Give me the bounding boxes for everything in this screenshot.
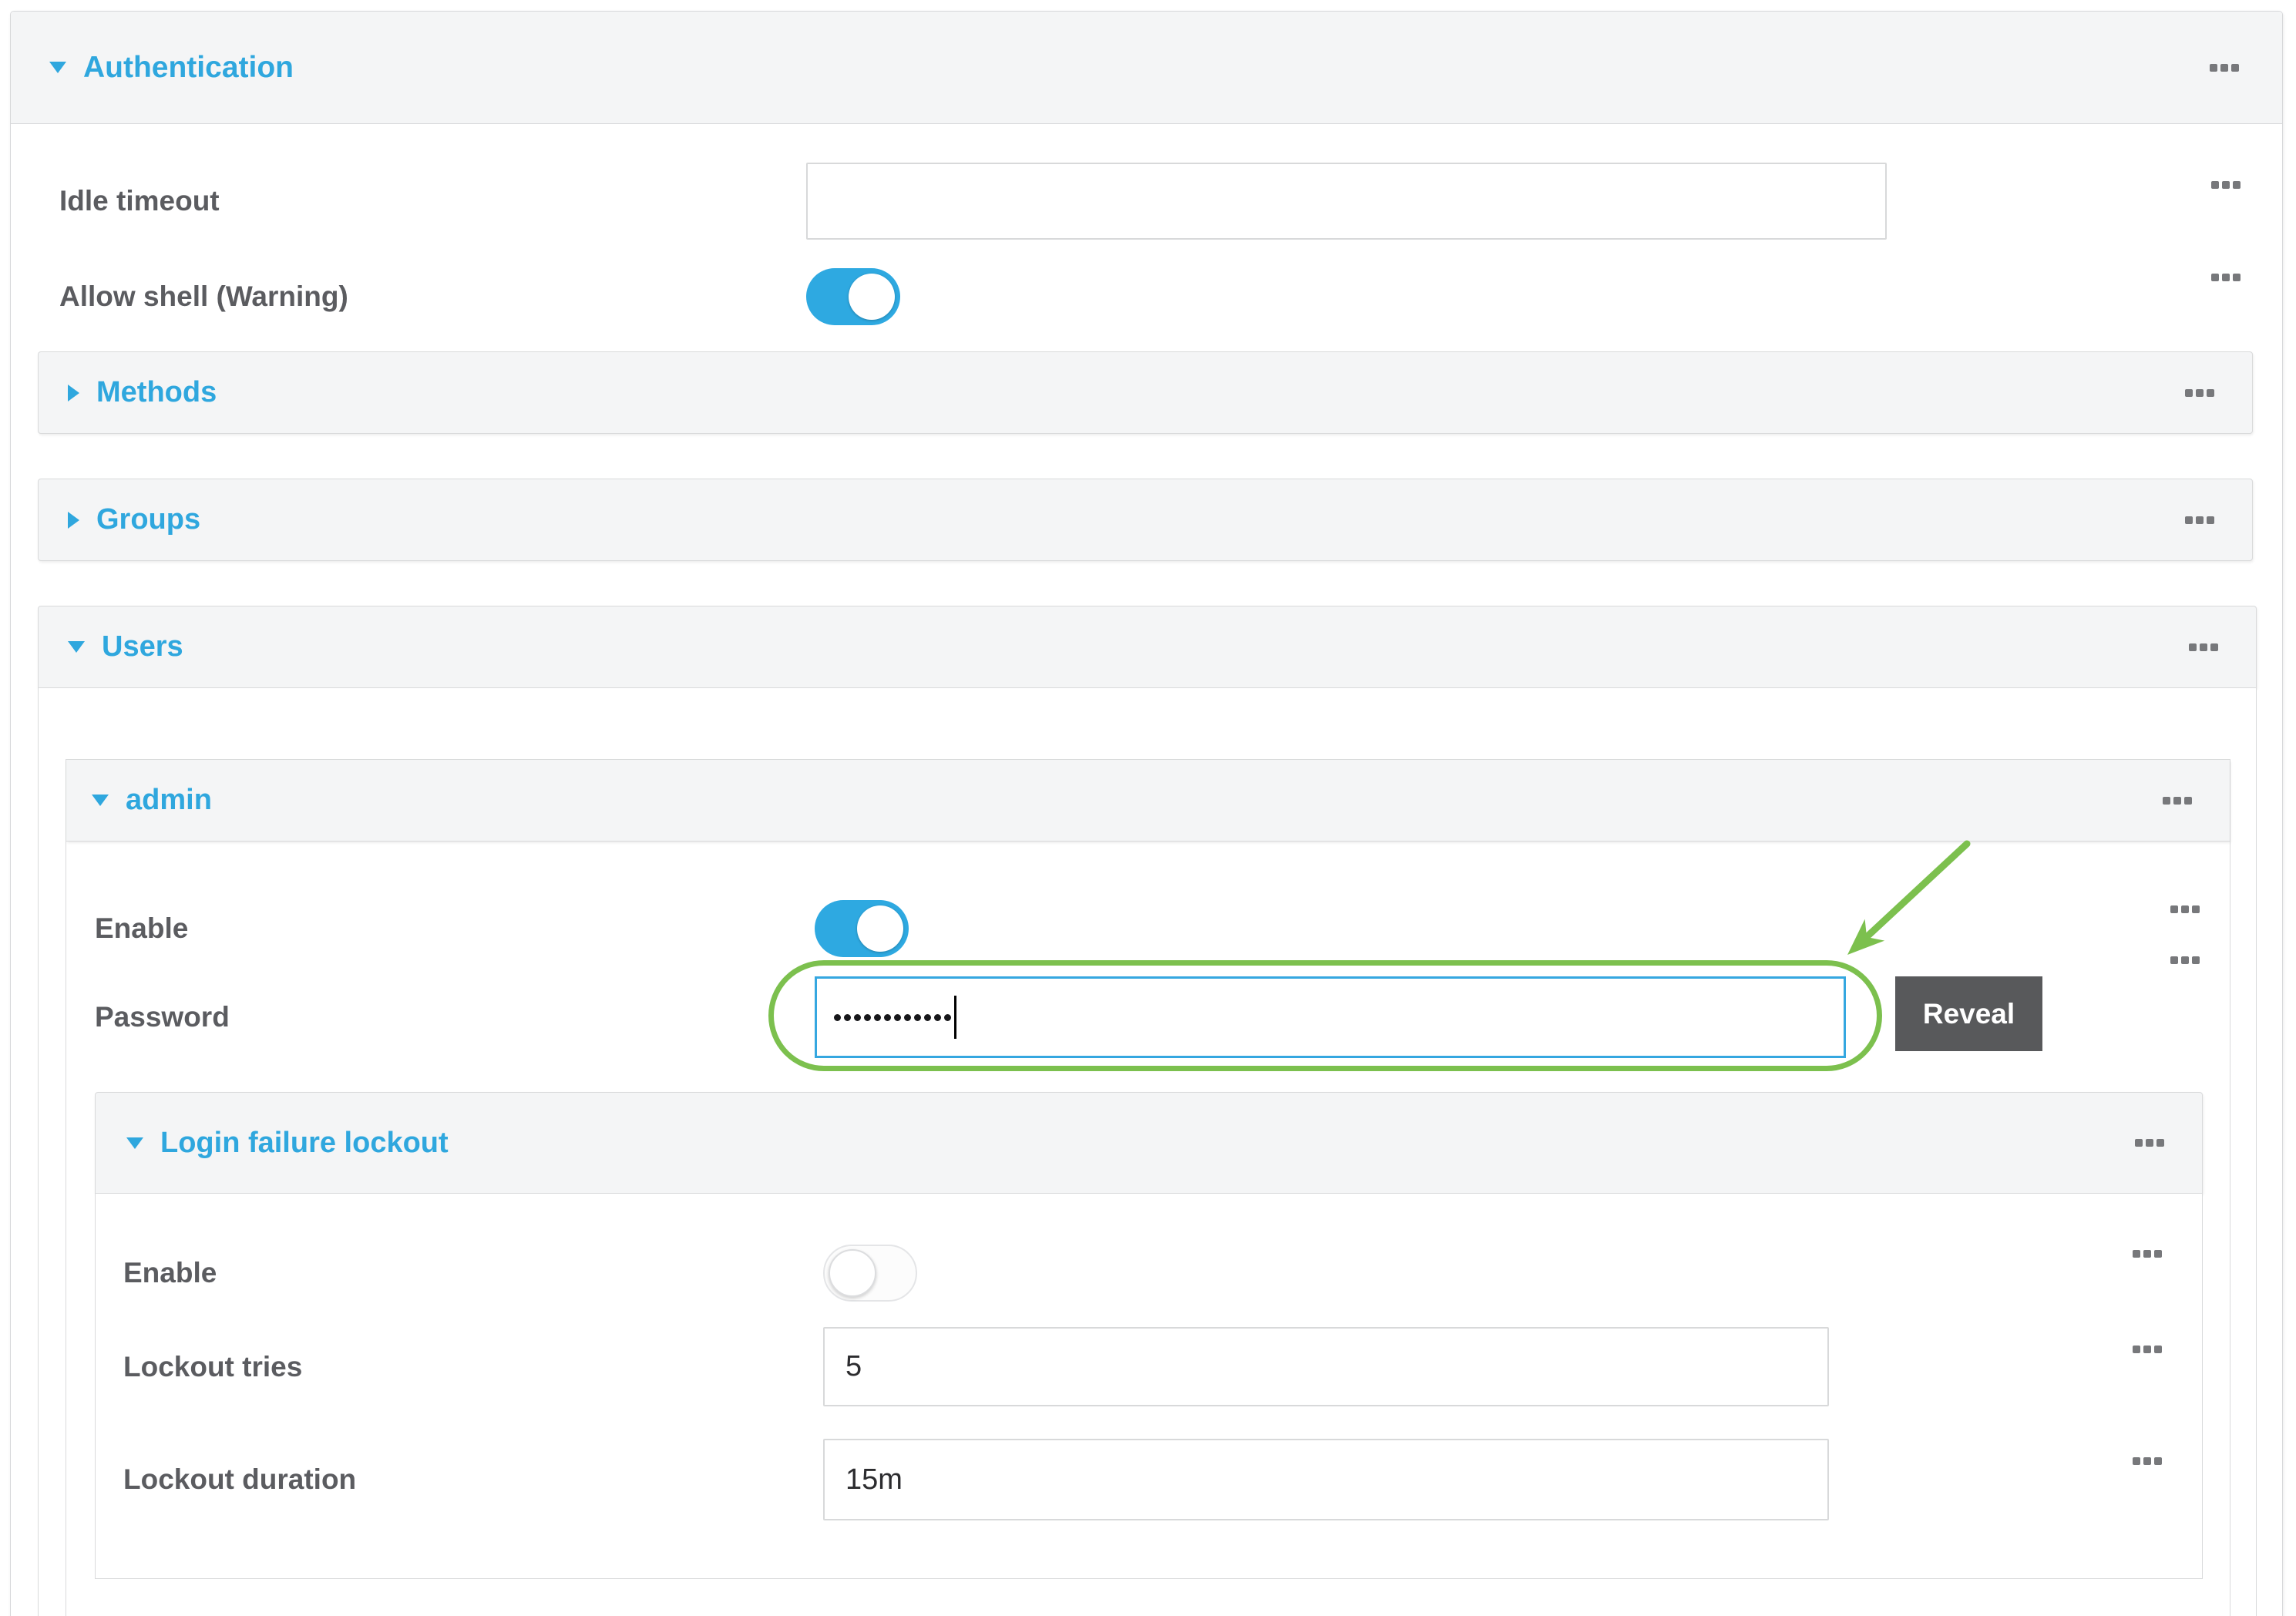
password-mask-dot: [864, 1014, 871, 1021]
lockout-duration-input[interactable]: [823, 1439, 1829, 1520]
collapse-triangle-icon: [68, 641, 85, 653]
expand-triangle-icon: [68, 512, 79, 529]
ellipsis-menu-icon: [2189, 643, 2197, 651]
authentication-section-title: Authentication: [83, 51, 294, 85]
authentication-section-header[interactable]: Authentication: [11, 12, 2282, 124]
password-mask-dot: [844, 1014, 851, 1021]
admin-section-header[interactable]: admin: [66, 760, 2230, 842]
lockout-section-title: Login failure lockout: [160, 1127, 449, 1160]
password-mask-dot: [854, 1014, 861, 1021]
expand-triangle-icon: [68, 385, 79, 401]
password-dots: [834, 1014, 951, 1021]
login-failure-lockout-section: Login failure lockout Enable: [95, 1092, 2203, 1579]
lockout-tries-label: Lockout tries: [123, 1351, 823, 1383]
groups-menu-button[interactable]: [2182, 513, 2217, 527]
lockout-duration-menu-button[interactable]: [2130, 1454, 2165, 1468]
ellipsis-menu-icon: [2170, 956, 2178, 964]
collapse-triangle-icon: [92, 795, 109, 806]
toggle-knob: [829, 1249, 876, 1297]
password-mask-dot: [884, 1014, 891, 1021]
ellipsis-menu-icon: [2185, 389, 2193, 397]
ellipsis-menu-icon: [2185, 516, 2193, 524]
admin-enable-menu-button[interactable]: [2167, 902, 2203, 916]
users-section-title: Users: [102, 630, 183, 664]
ellipsis-menu-icon: [2170, 905, 2178, 913]
authentication-body: Idle timeout Allow shell (Warning): [11, 124, 2282, 1616]
users-section: Users admin: [38, 606, 2257, 1616]
password-mask-dot: [934, 1014, 941, 1021]
password-mask-dot: [834, 1014, 841, 1021]
admin-password-menu-button[interactable]: [2167, 953, 2203, 967]
text-cursor: [954, 996, 956, 1039]
admin-user-section: admin Enable: [66, 759, 2230, 1616]
toggle-knob: [849, 274, 895, 320]
users-menu-button[interactable]: [2186, 640, 2221, 654]
lockout-enable-row: Enable: [123, 1245, 2165, 1301]
lockout-enable-toggle[interactable]: [823, 1245, 917, 1302]
allow-shell-label: Allow shell (Warning): [59, 281, 806, 313]
ellipsis-menu-icon: [2133, 1250, 2140, 1258]
methods-section-title: Methods: [96, 376, 217, 409]
allow-shell-row: Allow shell (Warning): [11, 269, 2282, 324]
users-section-header[interactable]: Users: [38, 606, 2257, 688]
allow-shell-toggle[interactable]: [806, 268, 900, 325]
groups-section-title: Groups: [96, 503, 200, 536]
idle-timeout-input[interactable]: [806, 163, 1887, 240]
ellipsis-menu-icon: [2211, 274, 2219, 281]
password-mask-dot: [944, 1014, 951, 1021]
toggle-knob: [857, 905, 903, 952]
password-mask-dot: [874, 1014, 881, 1021]
authentication-menu-button[interactable]: [2207, 61, 2242, 75]
allow-shell-menu-button[interactable]: [2208, 270, 2244, 284]
ellipsis-menu-icon: [2133, 1457, 2140, 1465]
ellipsis-menu-icon: [2135, 1139, 2143, 1147]
admin-menu-button[interactable]: [2160, 794, 2195, 808]
groups-section-header[interactable]: Groups: [38, 479, 2253, 561]
methods-menu-button[interactable]: [2182, 386, 2217, 400]
ellipsis-menu-icon: [2211, 181, 2219, 189]
admin-section-title: admin: [126, 784, 212, 817]
ellipsis-menu-icon: [2163, 797, 2170, 805]
collapse-triangle-icon: [49, 62, 66, 73]
lockout-duration-row: Lockout duration: [123, 1439, 2165, 1520]
admin-password-row: Password: [95, 976, 2203, 1058]
idle-timeout-label: Idle timeout: [59, 185, 806, 217]
admin-password-label: Password: [95, 1001, 815, 1033]
ellipsis-menu-icon: [2210, 64, 2217, 72]
reveal-password-button[interactable]: Reveal: [1895, 976, 2042, 1051]
lockout-tries-row: Lockout tries: [123, 1327, 2165, 1406]
methods-section-header[interactable]: Methods: [38, 351, 2253, 434]
admin-enable-label: Enable: [95, 912, 815, 945]
ellipsis-menu-icon: [2133, 1346, 2140, 1353]
collapse-triangle-icon: [126, 1137, 143, 1149]
admin-body: Enable Password: [66, 842, 2230, 1616]
lockout-duration-label: Lockout duration: [123, 1463, 823, 1496]
lockout-menu-button[interactable]: [2132, 1136, 2167, 1150]
password-mask-dot: [924, 1014, 931, 1021]
lockout-tries-input[interactable]: [823, 1327, 1829, 1406]
admin-enable-toggle[interactable]: [815, 900, 909, 957]
lockout-section-header[interactable]: Login failure lockout: [95, 1092, 2203, 1194]
idle-timeout-row: Idle timeout: [11, 163, 2282, 240]
authentication-panel: Authentication Idle timeout Allow shell …: [10, 11, 2283, 1616]
idle-timeout-menu-button[interactable]: [2208, 178, 2244, 192]
lockout-body: Enable Lock: [95, 1194, 2203, 1579]
lockout-tries-menu-button[interactable]: [2130, 1342, 2165, 1356]
users-body: admin Enable: [38, 688, 2257, 1616]
authentication-settings-page: Authentication Idle timeout Allow shell …: [0, 0, 2296, 1616]
admin-enable-row: Enable: [95, 901, 2203, 956]
password-mask-dot: [904, 1014, 911, 1021]
password-control-group: Reveal: [815, 976, 2042, 1058]
password-input[interactable]: [815, 976, 1846, 1058]
password-mask-dot: [914, 1014, 921, 1021]
password-mask-dot: [894, 1014, 901, 1021]
lockout-enable-label: Enable: [123, 1257, 823, 1289]
lockout-enable-menu-button[interactable]: [2130, 1247, 2165, 1261]
